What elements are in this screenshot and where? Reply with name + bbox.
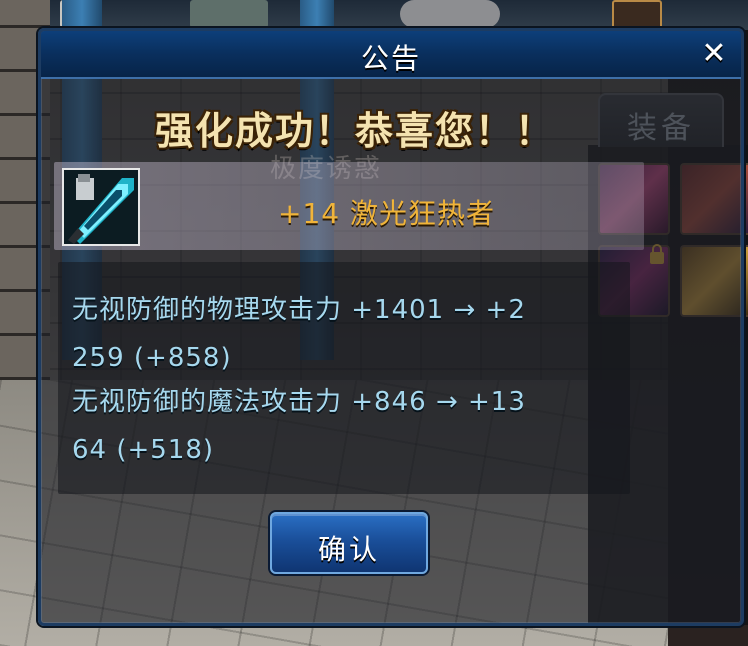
confirm-button[interactable]: 确认: [270, 512, 428, 574]
item-name: +14 激光狂热者: [278, 197, 495, 230]
weapon-icon[interactable]: [62, 168, 140, 246]
hud-character: [190, 0, 268, 28]
stat-line: 无视防御的魔法攻击力 +846 → +13: [72, 387, 526, 417]
stat-line: 64 (+518): [72, 435, 215, 465]
hud-cloud: [400, 0, 500, 28]
stat-line: 259 (+858): [72, 343, 232, 373]
dialog-title: 公告: [360, 42, 421, 75]
dialog-title-bar[interactable]: 公告 ✕: [41, 31, 741, 79]
stat-line: 无视防御的物理攻击力 +1401 → +2: [72, 295, 526, 325]
enhance-success-banner: 强化成功！恭喜您！！: [155, 109, 556, 153]
close-icon: ✕: [701, 36, 727, 71]
confirm-button-label: 确认: [317, 533, 380, 566]
close-button[interactable]: ✕: [697, 37, 731, 71]
